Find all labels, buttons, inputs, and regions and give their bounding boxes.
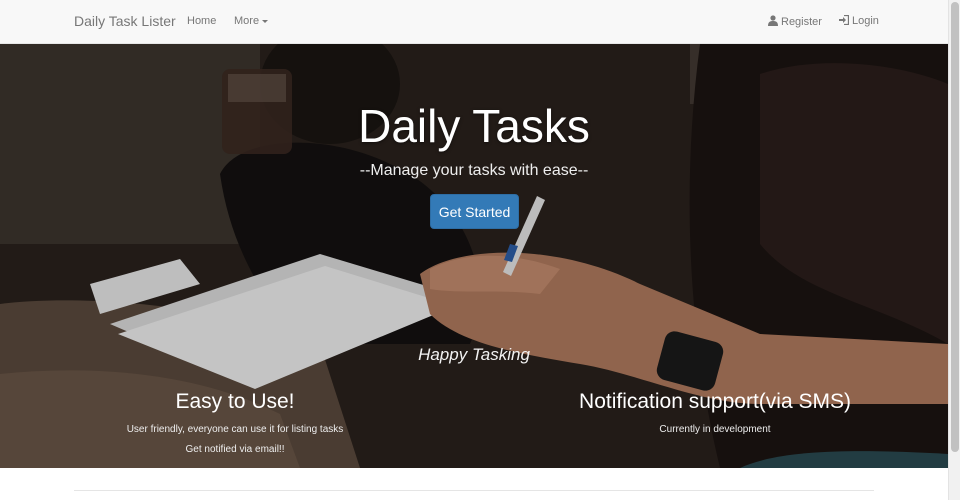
feature-notification-support: Notification support(via SMS) Currently … xyxy=(555,390,875,444)
get-started-button[interactable]: Get Started xyxy=(430,194,519,229)
user-icon xyxy=(768,15,778,26)
hero-title: Daily Tasks xyxy=(358,100,590,152)
brand-link[interactable]: Daily Task Lister xyxy=(74,13,176,29)
footer-divider xyxy=(74,490,874,491)
nav-login[interactable]: Login xyxy=(839,15,879,27)
nav-register-label: Register xyxy=(781,16,822,28)
hero-tagline: Happy Tasking xyxy=(418,345,530,364)
scrollbar-thumb[interactable] xyxy=(951,2,959,452)
navbar: Daily Task Lister Home More Register Log… xyxy=(0,0,948,44)
feature-text: Get notified via email!! xyxy=(185,444,285,455)
hero-subtitle: --Manage your tasks with ease-- xyxy=(359,162,589,179)
nav-register[interactable]: Register xyxy=(768,15,822,28)
feature-text: User friendly, everyone can use it for l… xyxy=(126,424,344,435)
nav-more-dropdown[interactable]: More xyxy=(234,15,269,27)
scrollbar[interactable] xyxy=(948,0,960,500)
nav-home[interactable]: Home xyxy=(187,15,216,27)
feature-easy-to-use: Easy to Use! User friendly, everyone can… xyxy=(75,390,395,464)
caret-down-icon xyxy=(262,19,269,23)
nav-more-label: More xyxy=(234,15,260,27)
feature-text: Currently in development xyxy=(659,424,771,435)
hero-section: Daily Tasks --Manage your tasks with eas… xyxy=(0,44,948,468)
feature-title: Easy to Use! xyxy=(175,390,295,413)
feature-title: Notification support(via SMS) xyxy=(579,390,851,413)
login-icon xyxy=(839,15,849,25)
nav-login-label: Login xyxy=(852,15,879,27)
